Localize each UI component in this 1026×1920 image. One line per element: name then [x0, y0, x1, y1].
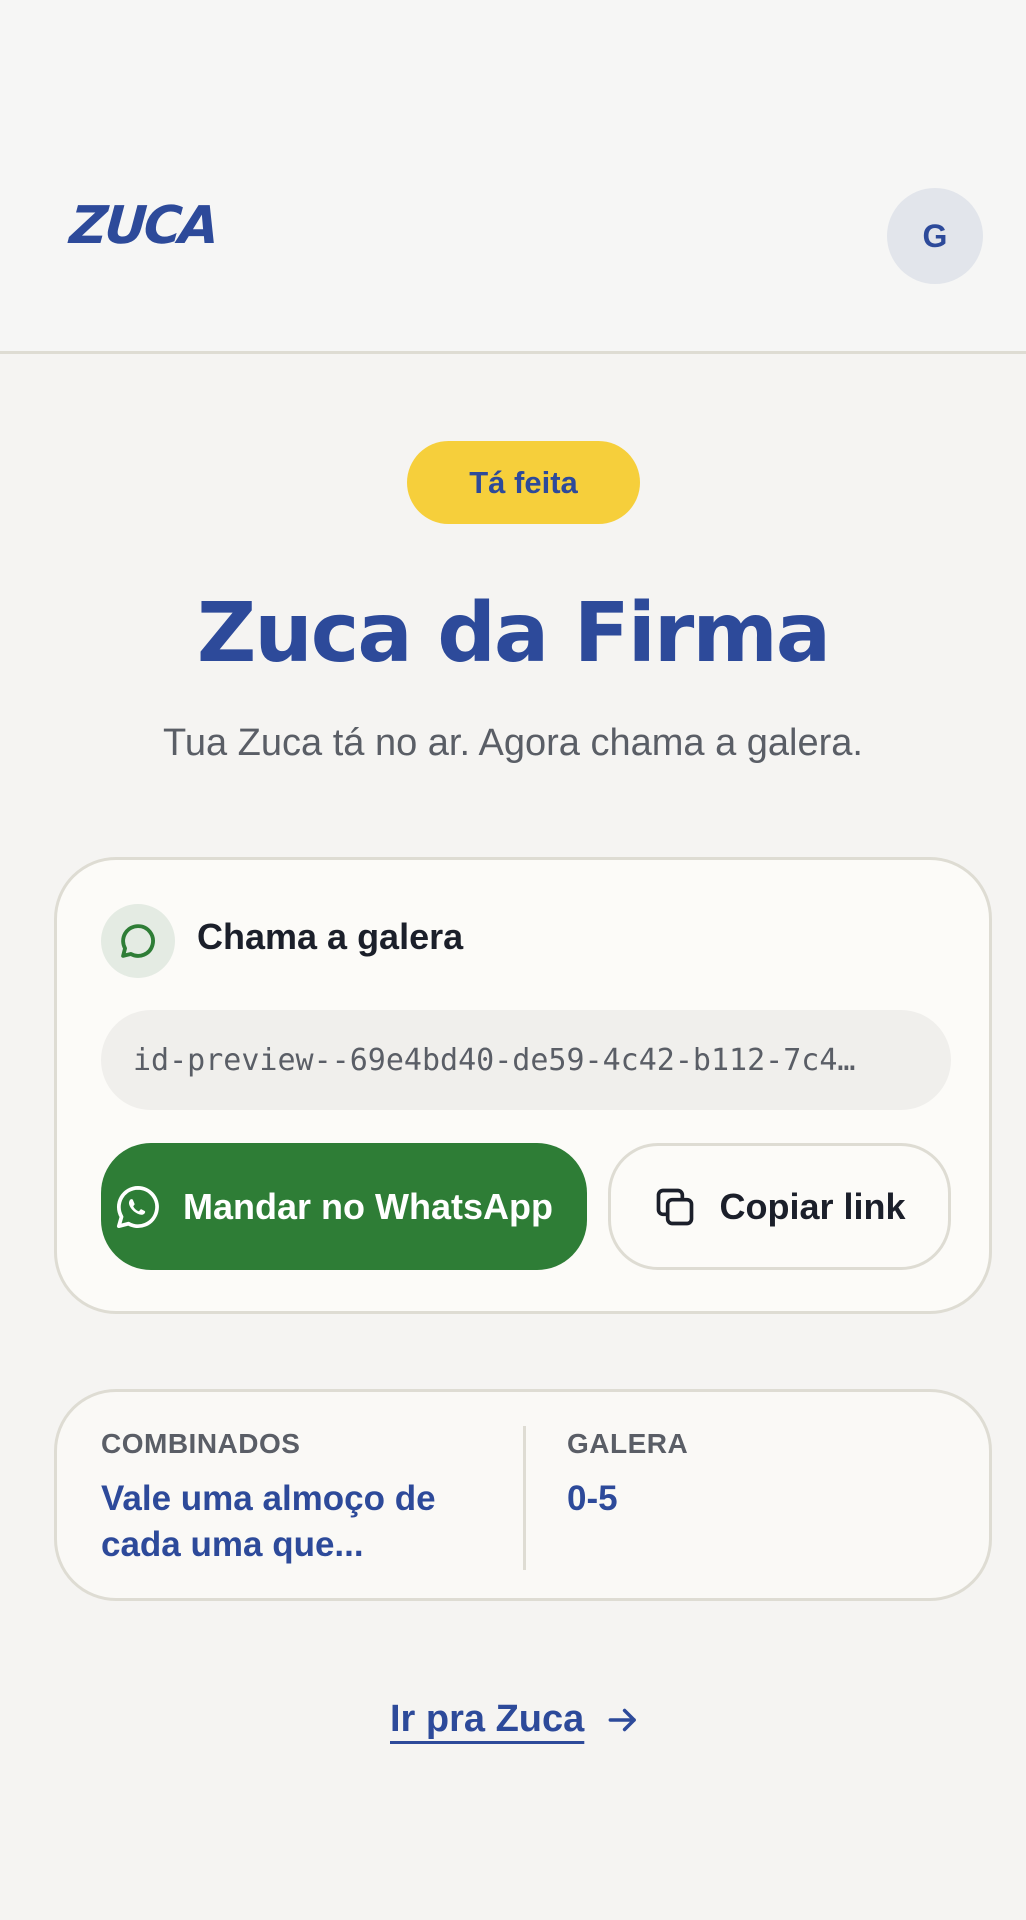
user-avatar[interactable]: G	[887, 188, 983, 284]
status-badge: Tá feita	[407, 441, 640, 524]
top-bar: ZUCA G	[0, 0, 1026, 354]
share-card: Chama a galera id-preview--69e4bd40-de59…	[54, 857, 992, 1314]
page-title: Zuca da Firma	[196, 586, 831, 681]
galera-section: GALERA 0-5	[567, 1428, 947, 1522]
page: ZUCA G Tá feita Zuca da Firma Tua Zuca t…	[0, 0, 1026, 1920]
share-link-field[interactable]: id-preview--69e4bd40-de59-4c42-b112-7c4…	[101, 1010, 951, 1110]
combinados-label: COMBINADOS	[101, 1428, 301, 1459]
go-to-zuca-label: Ir pra Zuca	[390, 1698, 585, 1740]
share-link-text: id-preview--69e4bd40-de59-4c42-b112-7c4…	[133, 1042, 856, 1078]
chat-bubble-icon	[101, 904, 175, 978]
copy-button-label: Copiar link	[719, 1185, 906, 1227]
share-title: Chama a galera	[197, 916, 464, 957]
galera-value: 0-5	[567, 1479, 618, 1518]
arrow-right-icon	[604, 1701, 642, 1739]
galera-label: GALERA	[567, 1428, 689, 1459]
zuca-logo[interactable]: ZUCA	[68, 196, 219, 256]
details-card: COMBINADOS Vale uma almoço de cada uma q…	[54, 1389, 992, 1601]
copy-icon	[653, 1185, 697, 1229]
go-to-zuca-link[interactable]: Ir pra Zuca	[390, 1698, 642, 1741]
whatsapp-share-button[interactable]: Mandar no WhatsApp	[101, 1143, 587, 1270]
whatsapp-button-label: Mandar no WhatsApp	[183, 1185, 553, 1227]
page-subtitle: Tua Zuca tá no ar. Agora chama a galera.	[163, 722, 863, 764]
divider	[523, 1426, 526, 1570]
whatsapp-icon	[113, 1182, 163, 1232]
copy-link-button[interactable]: Copiar link	[608, 1143, 951, 1270]
combinados-section: COMBINADOS Vale uma almoço de cada uma q…	[101, 1428, 501, 1568]
combinados-value: Vale uma almoço de cada uma que...	[101, 1479, 436, 1564]
